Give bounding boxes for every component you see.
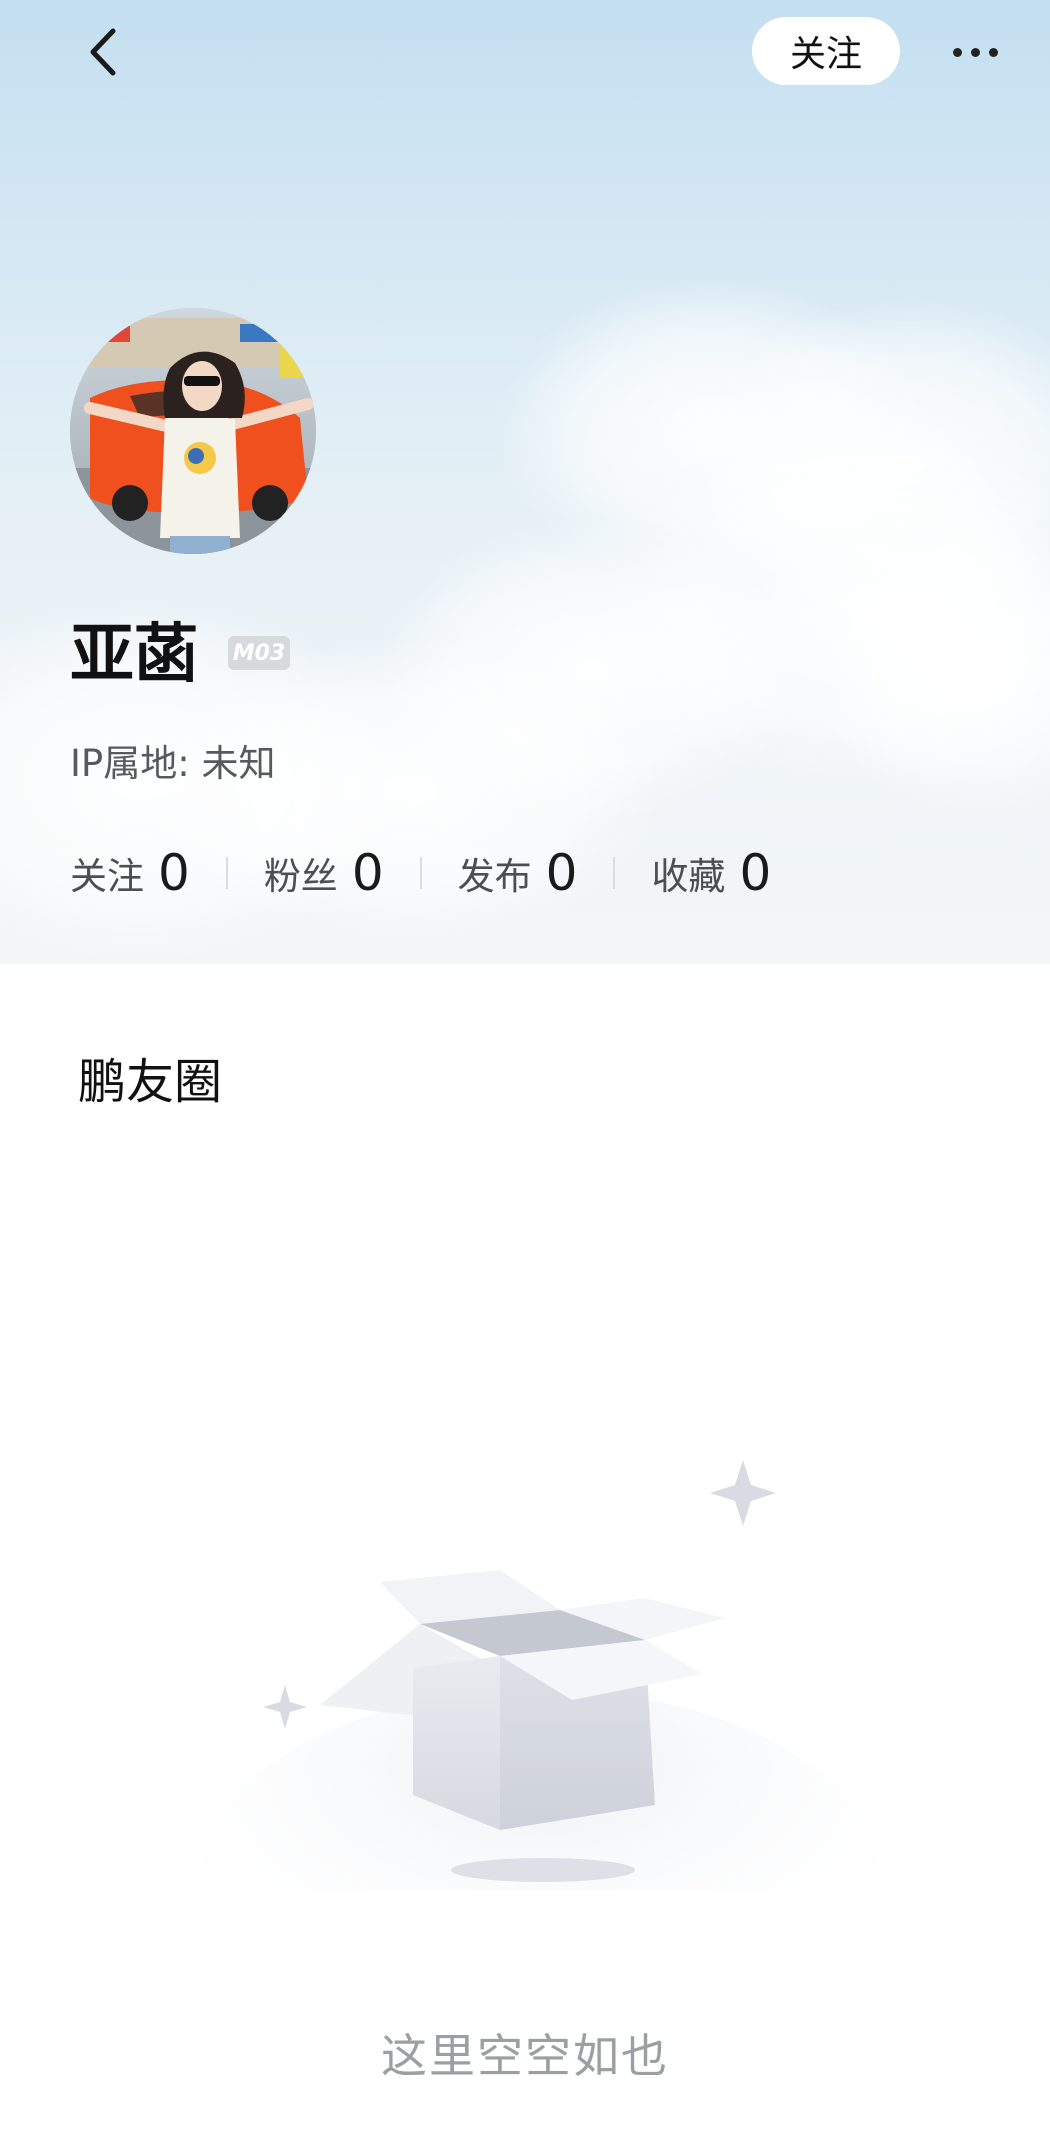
stat-value: 0 [351,844,384,902]
empty-state-text: 这里空空如也 [381,2029,669,2083]
username: 亚菡 [70,618,198,692]
stat-label: 粉丝 [263,855,338,898]
stat-divider [225,857,228,889]
profile-header: 关注 亚菡 M03 IP属地: 未知 关注 0 粉丝 0 发布 0 收藏 0 [0,0,1050,964]
empty-box-icon [200,1460,880,2070]
stat-divider [419,857,422,889]
stat-value: 0 [545,844,578,902]
stat-posts[interactable]: 发布 0 [458,844,578,902]
back-button[interactable] [72,22,132,82]
profile-stats: 关注 0 粉丝 0 发布 0 收藏 0 [70,840,771,906]
stat-label: 发布 [457,855,532,898]
empty-state-illustration [200,1460,880,2070]
profile-photo [70,308,316,554]
stat-value: 0 [158,844,190,902]
chevron-left-icon [90,28,116,76]
stat-favorites[interactable]: 收藏 0 [651,844,771,902]
stat-following[interactable]: 关注 0 [70,844,190,902]
stat-value: 0 [739,844,772,902]
section-title: 鹏友圈 [78,1054,223,1110]
more-button[interactable] [940,22,1010,82]
more-dot [970,47,980,57]
profile-page: 关注 亚菡 M03 IP属地: 未知 关注 0 粉丝 0 发布 0 收藏 0 鹏… [0,0,1050,2133]
avatar[interactable] [70,308,316,554]
more-dots-icon [952,47,962,57]
stat-label: 关注 [70,855,144,898]
more-dot [988,47,998,57]
stat-divider [613,857,616,889]
stat-fans[interactable]: 粉丝 0 [264,844,384,902]
stat-label: 收藏 [651,855,726,898]
level-badge: M03 [228,636,290,670]
follow-button[interactable]: 关注 [752,17,900,85]
ip-location: IP属地: 未知 [70,742,276,785]
